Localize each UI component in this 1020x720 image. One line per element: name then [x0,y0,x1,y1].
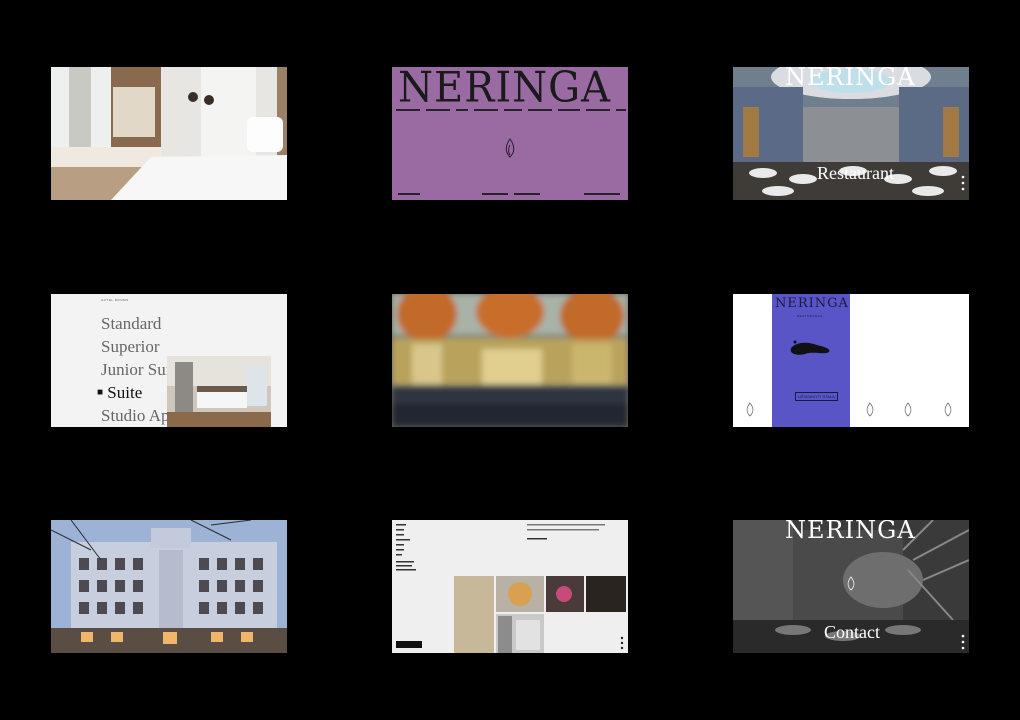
hotel-room-image [51,67,287,200]
ink-splash-icon [790,340,830,355]
flame-logo-icon [866,402,874,417]
logo: NERINGA [398,67,611,113]
room-preview-image [167,356,271,427]
card-bar-photo[interactable] [392,294,628,427]
flame-logo-icon [505,138,515,158]
nav-menu[interactable] [392,107,628,115]
card-restaurant[interactable]: NERINGA Restaurant [733,67,969,200]
restaurant-title: Restaurant [817,163,894,183]
card-hotel-room-photo[interactable] [51,67,287,200]
reserve-table-button[interactable]: UŽSISAKYTI STALĄ [795,392,838,401]
rooms-header: HOTEL ROOMS [101,298,129,302]
building-image [51,520,287,653]
scroll-dots-icon[interactable] [961,175,965,193]
card-building-exterior[interactable] [51,520,287,653]
flame-logo-icon [944,402,952,417]
card-room-types[interactable]: HOTEL ROOMS Standard Superior Junior Sui… [51,294,287,427]
card-gallery-page[interactable] [392,520,628,653]
logo: NERINGA [785,520,916,544]
gallery-cta-button[interactable] [396,641,422,648]
footer-links[interactable] [392,191,628,197]
flame-logo-icon [904,402,912,417]
flame-logo-icon [847,576,855,591]
room-type-standard[interactable]: Standard [101,312,221,335]
logo: NERINGA [775,296,849,311]
scroll-dots-icon[interactable] [620,636,624,650]
bar-blurred-image [392,294,628,427]
restaurant-subtitle: RESTORANAS [797,314,823,318]
text-paragraph [527,524,605,540]
sidebar-menu[interactable] [396,524,426,574]
room-type-superior[interactable]: Superior [101,335,221,358]
active-bullet: ■ [97,387,104,398]
card-restaurant-page[interactable]: NERINGA RESTORANAS UŽSISAKYTI STALĄ [733,294,969,427]
menu-dots-icon[interactable] [961,634,965,650]
contact-title: Contact [824,622,880,642]
flame-logo-icon [746,402,754,417]
room-type-suite-label: Suite [107,383,143,402]
photo-grid [454,576,626,653]
card-home-purple[interactable]: NERINGA [392,67,628,200]
logo: NERINGA [785,67,916,91]
card-contact[interactable]: NERINGA Contact [733,520,969,653]
